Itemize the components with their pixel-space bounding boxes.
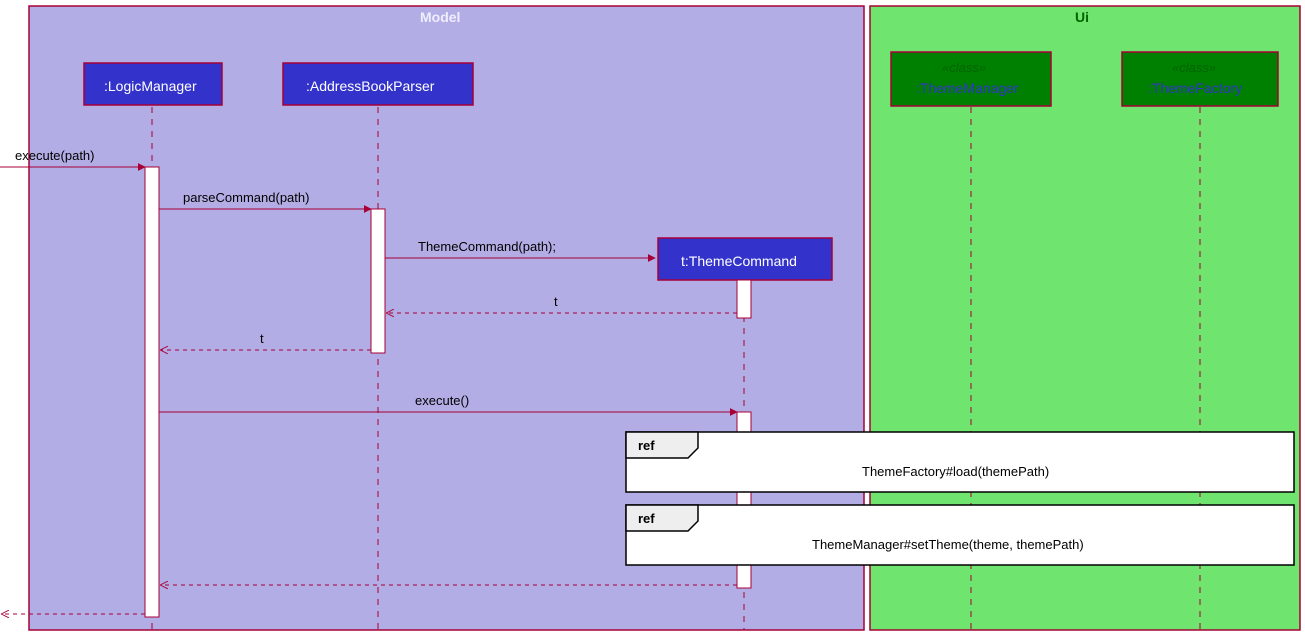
ref-text-2: ThemeManager#setTheme(theme, themePath) bbox=[812, 537, 1084, 552]
sequence-diagram: Model Ui :LogicManager :AddressBookParse… bbox=[0, 0, 1305, 634]
activation-themecommand-1 bbox=[737, 280, 751, 318]
participant-themefactory-label: :ThemeFactory bbox=[1148, 80, 1242, 96]
message-themecommand-ctor-text: ThemeCommand(path); bbox=[418, 239, 556, 254]
participant-logicmanager-label: :LogicManager bbox=[104, 78, 197, 94]
ref-label-2: ref bbox=[638, 511, 655, 526]
message-return-t1-text: t bbox=[554, 294, 558, 309]
message-parsecommand-text: parseCommand(path) bbox=[183, 190, 309, 205]
participant-thememanager-stereotype: «class» bbox=[942, 60, 986, 75]
package-ui-title: Ui bbox=[1075, 9, 1089, 25]
message-execute-text: execute() bbox=[415, 393, 469, 408]
ref-text-1: ThemeFactory#load(themePath) bbox=[862, 464, 1049, 479]
ref-box-2 bbox=[626, 505, 1294, 565]
ref-box-1 bbox=[626, 432, 1294, 492]
activation-logicmanager bbox=[145, 167, 159, 617]
message-return-t2-text: t bbox=[260, 331, 264, 346]
activation-addressbookparser bbox=[371, 209, 385, 353]
participant-addressbookparser-label: :AddressBookParser bbox=[306, 78, 435, 94]
package-model-title: Model bbox=[420, 9, 460, 25]
participant-thememanager-label: :ThemeManager bbox=[916, 80, 1019, 96]
participant-themecommand-label: t:ThemeCommand bbox=[681, 253, 797, 269]
ref-label-1: ref bbox=[638, 438, 655, 453]
ref-label-bg-2 bbox=[626, 505, 698, 531]
message-execute-path-text: execute(path) bbox=[15, 148, 95, 163]
ref-label-bg-1 bbox=[626, 432, 698, 458]
participant-themefactory-stereotype: «class» bbox=[1172, 60, 1216, 75]
